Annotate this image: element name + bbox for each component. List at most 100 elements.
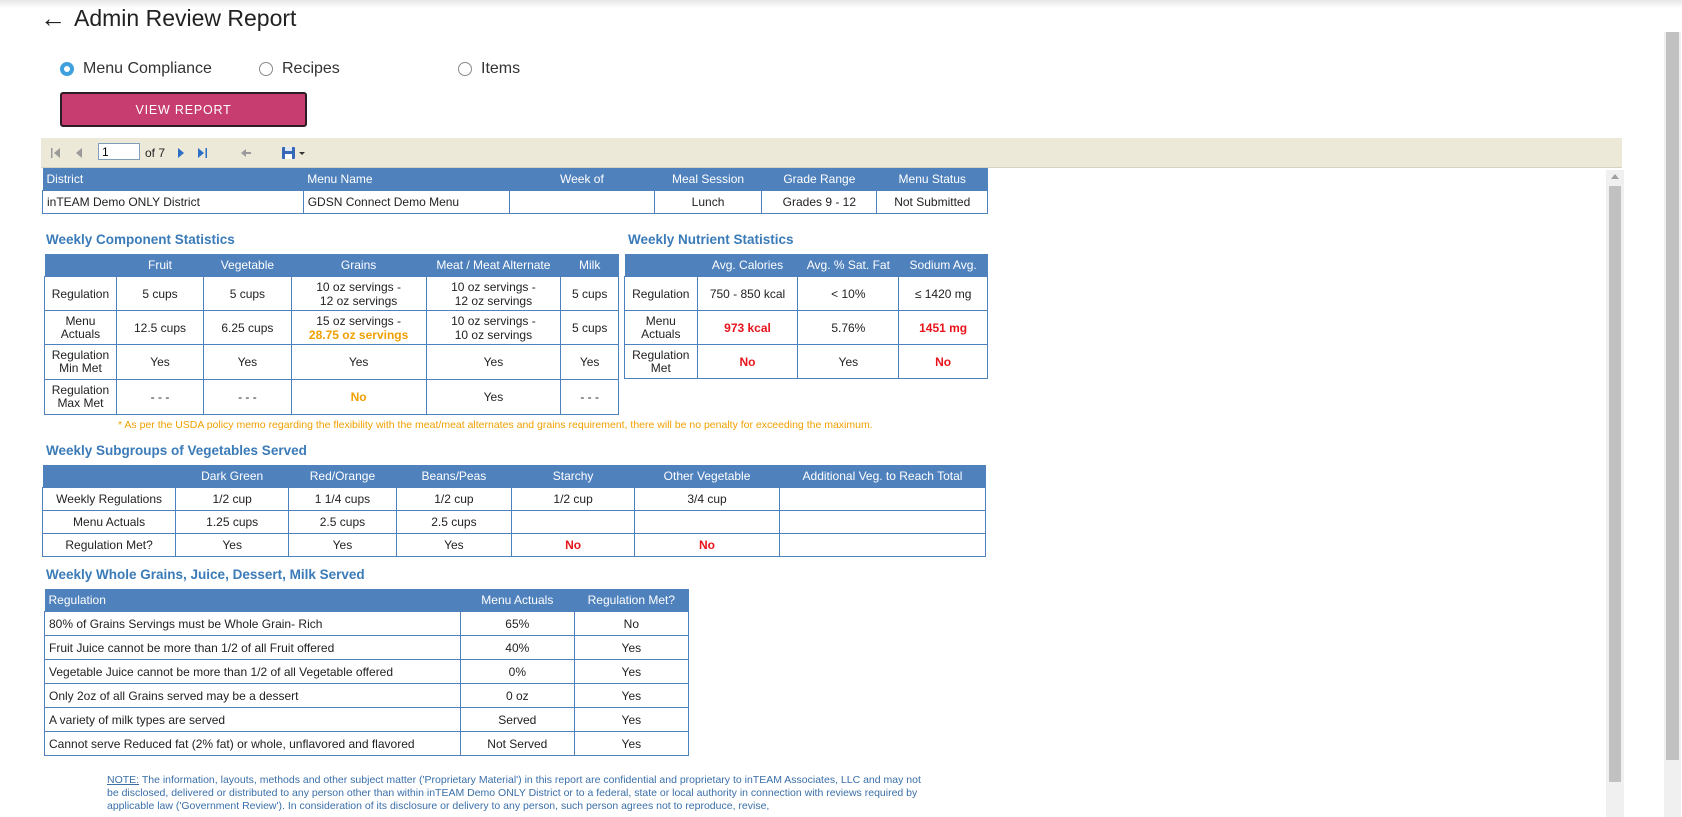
district-cell: inTEAM Demo ONLY District	[42, 190, 304, 214]
column-header: Starchy	[511, 465, 635, 488]
table-cell	[778, 533, 987, 557]
page-number-input[interactable]	[98, 143, 140, 160]
table-cell: - - -	[560, 379, 619, 415]
table-row: Regulation Max Met - - - - - - No Yes - …	[44, 379, 619, 415]
table-cell: 5 cups	[560, 310, 619, 345]
last-page-icon[interactable]	[196, 138, 208, 167]
row-label: Regulation Max Met	[44, 379, 117, 415]
table-row: Fruit Juice cannot be more than 1/2 of a…	[44, 635, 690, 660]
export-save-icon[interactable]	[281, 138, 307, 167]
back-to-parent-icon[interactable]	[240, 138, 252, 167]
table-cell: 750 - 850 kcal	[696, 276, 799, 311]
table-cell: 1.25 cups	[175, 510, 290, 534]
whole-grains-table: Regulation Menu Actuals Regulation Met? …	[44, 589, 690, 756]
back-arrow-icon[interactable]: ←	[40, 3, 66, 34]
regulation-cell: A variety of milk types are served	[44, 707, 461, 732]
menu-actuals-cell: 0 oz	[459, 683, 575, 708]
table-cell: 10 oz servings -12 oz servings	[425, 276, 562, 311]
table-cell: Yes	[288, 533, 397, 557]
proprietary-note: NOTE: The information, layouts, methods …	[107, 774, 927, 813]
row-label: Regulation	[624, 276, 698, 311]
column-header: Sodium Avg.	[898, 254, 988, 277]
scroll-up-arrow-icon[interactable]	[1611, 174, 1619, 179]
table-cell: 1/2 cup	[175, 487, 290, 511]
table-header-row: Regulation Menu Actuals Regulation Met?	[44, 589, 689, 612]
table-row: Vegetable Juice cannot be more than 1/2 …	[44, 659, 690, 684]
table-cell: - - -	[115, 379, 205, 415]
table-cell: Yes	[115, 344, 205, 380]
column-header: Fruit	[116, 254, 204, 277]
report-toolbar: of 7	[41, 138, 1622, 168]
regulation-met-cell: Yes	[573, 659, 690, 684]
menu-actuals-cell: Served	[459, 707, 575, 732]
radio-label: Items	[481, 60, 521, 77]
nutrient-stats-table: Avg. Calories Avg. % Sat. Fat Sodium Avg…	[624, 254, 988, 379]
scrollbar-thumb[interactable]	[1666, 32, 1679, 760]
column-header	[624, 254, 698, 277]
column-header: Meal Session	[654, 168, 762, 191]
page-vertical-scrollbar[interactable]	[1664, 32, 1681, 817]
column-header: Grains	[291, 254, 427, 277]
scrollbar-thumb[interactable]	[1609, 186, 1621, 782]
cell-line: 10 oz servings -	[451, 279, 536, 294]
component-stats-table: Fruit Vegetable Grains Meat / Meat Alter…	[44, 254, 619, 415]
row-label: Regulation Met?	[41, 533, 177, 557]
component-stats-title: Weekly Component Statistics	[46, 232, 235, 247]
table-cell: 1 1/4 cups	[288, 487, 397, 511]
column-header: Other Vegetable	[634, 465, 780, 488]
table-cell: No	[898, 344, 988, 379]
table-cell: < 10%	[797, 276, 900, 311]
table-cell: ≤ 1420 mg	[898, 276, 988, 311]
regulation-cell: Cannot serve Reduced fat (2% fat) or who…	[44, 731, 461, 756]
next-page-icon[interactable]	[176, 138, 186, 167]
column-header	[44, 254, 117, 277]
page-count: of 7	[145, 146, 166, 160]
radio-items[interactable]: Items	[458, 60, 520, 78]
column-header: Red/Orange	[288, 465, 397, 488]
column-header: Additional Veg. to Reach Total	[779, 465, 986, 488]
nutrient-stats-title: Weekly Nutrient Statistics	[628, 232, 794, 247]
previous-page-icon[interactable]	[74, 138, 84, 167]
row-label: Regulation	[44, 276, 117, 311]
column-header: Week of	[509, 168, 655, 191]
table-cell: 2.5 cups	[395, 510, 513, 534]
table-cell: 5 cups	[203, 276, 292, 311]
table-cell: 5 cups	[115, 276, 205, 311]
regulation-met-cell: Yes	[573, 707, 690, 732]
first-page-icon[interactable]	[50, 138, 62, 167]
grade-range-cell: Grades 9 - 12	[761, 190, 878, 214]
table-cell	[778, 510, 987, 534]
table-cell: No	[696, 344, 799, 379]
table-cell: 5.76%	[797, 310, 900, 345]
table-header-row: Avg. Calories Avg. % Sat. Fat Sodium Avg…	[624, 254, 988, 277]
radio-menu-compliance[interactable]: Menu Compliance	[60, 60, 212, 78]
radio-unselected-icon[interactable]	[458, 62, 472, 76]
report-vertical-scrollbar[interactable]	[1606, 170, 1624, 817]
radio-label: Menu Compliance	[83, 60, 212, 77]
table-row: Menu Actuals 12.5 cups 6.25 cups 15 oz s…	[44, 310, 619, 345]
table-header-row: Fruit Vegetable Grains Meat / Meat Alter…	[44, 254, 619, 277]
menu-actuals-cell: 40%	[459, 635, 575, 660]
table-row: inTEAM Demo ONLY District GDSN Connect D…	[42, 190, 988, 214]
cell-line: 10 oz servings -	[316, 279, 401, 294]
row-label: Regulation Min Met	[44, 344, 117, 380]
regulation-cell: Vegetable Juice cannot be more than 1/2 …	[44, 659, 461, 684]
cell-line: 12 oz servings	[319, 293, 398, 308]
table-row: Menu Actuals 973 kcal 5.76% 1451 mg	[624, 310, 988, 345]
page-header: ← Admin Review Report	[40, 3, 296, 34]
cell-line: 12 oz servings	[454, 293, 533, 308]
radio-selected-icon[interactable]	[60, 62, 74, 76]
table-cell: 3/4 cup	[634, 487, 780, 511]
radio-unselected-icon[interactable]	[259, 62, 273, 76]
table-row: Regulation 750 - 850 kcal < 10% ≤ 1420 m…	[624, 276, 988, 311]
table-cell	[634, 510, 780, 534]
veg-subgroups-title: Weekly Subgroups of Vegetables Served	[46, 443, 307, 458]
radio-recipes[interactable]: Recipes	[259, 60, 340, 78]
table-cell: No	[290, 379, 427, 415]
table-cell: 15 oz servings -28.75 oz servings	[290, 310, 427, 345]
view-report-button[interactable]: VIEW REPORT	[60, 92, 307, 127]
table-cell: - - -	[203, 379, 292, 415]
usda-policy-footnote: * As per the USDA policy memo regarding …	[118, 419, 873, 431]
column-header: Menu Actuals	[460, 589, 575, 612]
table-cell: 1/2 cup	[395, 487, 513, 511]
